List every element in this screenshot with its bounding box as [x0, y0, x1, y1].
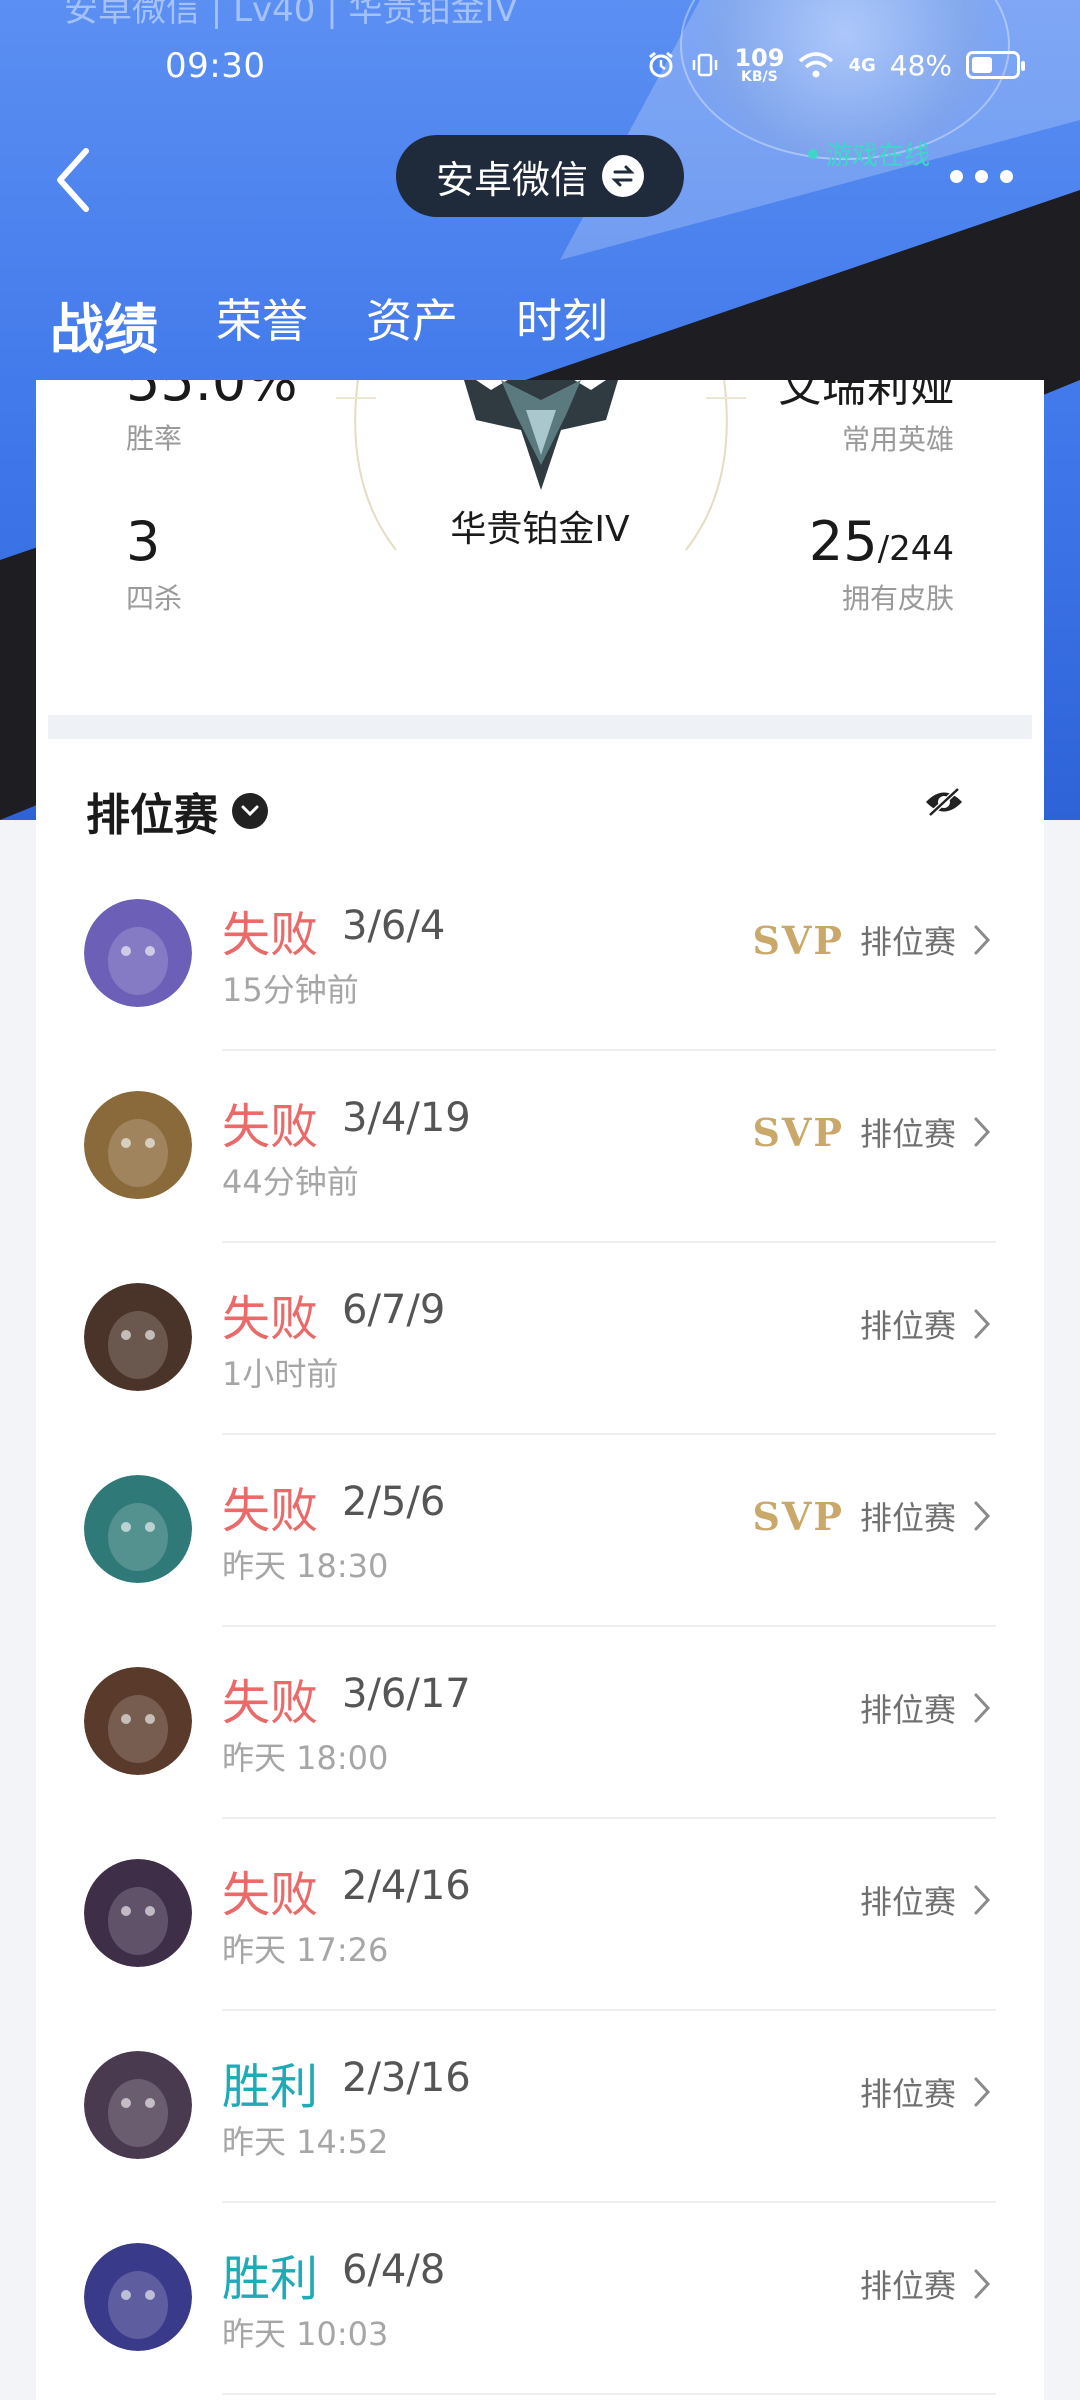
- hero-avatar: [84, 2243, 192, 2351]
- back-icon[interactable]: [50, 145, 100, 215]
- more-icon[interactable]: [950, 170, 1013, 183]
- match-result: 失败: [222, 1099, 319, 1155]
- status-bar: 09:30 109 KB/S 4G 48%: [0, 40, 1080, 100]
- chevron-right-icon: [974, 2077, 991, 2107]
- match-kda: 6/7/9: [342, 1287, 446, 1333]
- tab-bar: 战绩 荣誉 资产 时刻: [50, 285, 608, 392]
- match-mode: 排位赛: [859, 1115, 956, 1153]
- match-mode: 排位赛: [859, 1691, 956, 1729]
- svp-badge: SVP: [752, 1493, 844, 1539]
- eye-hidden-icon[interactable]: [924, 787, 964, 817]
- section-title: 排位赛: [86, 790, 218, 841]
- match-kda: 3/6/17: [342, 1671, 471, 1717]
- chevron-right-icon: [974, 1117, 991, 1147]
- match-result: 失败: [222, 907, 319, 963]
- hero-avatar: [84, 1283, 192, 1391]
- match-result: 失败: [222, 1483, 319, 1539]
- stat-quadra-kill: 3 四杀: [126, 510, 183, 615]
- network-type: 4G: [848, 54, 876, 76]
- match-mode: 排位赛: [859, 1883, 956, 1921]
- match-list: 失败 3/6/4 15分钟前 SVP 排位赛 失败 3/4/19 44分钟前 S…: [36, 859, 1044, 2395]
- match-row[interactable]: 胜利 2/3/16 昨天 14:52 排位赛: [36, 2011, 1044, 2203]
- online-status: 游戏在线: [808, 135, 930, 172]
- match-row[interactable]: 胜利 6/4/8 昨天 10:03 排位赛: [36, 2203, 1044, 2395]
- hero-avatar: [84, 1667, 192, 1775]
- match-kda: 3/4/19: [342, 1095, 471, 1141]
- match-result: 失败: [222, 1291, 319, 1347]
- match-row[interactable]: 失败 6/7/9 1小时前 排位赛: [36, 1243, 1044, 1435]
- match-mode: 排位赛: [859, 923, 956, 961]
- chevron-down-icon: [232, 793, 268, 829]
- match-row[interactable]: 失败 3/6/17 昨天 18:00 排位赛: [36, 1627, 1044, 1819]
- match-result: 胜利: [222, 2059, 319, 2115]
- match-kda: 2/4/16: [342, 1863, 471, 1909]
- swap-icon: [602, 155, 644, 197]
- hero-avatar: [84, 1091, 192, 1199]
- chevron-right-icon: [974, 1885, 991, 1915]
- record-card: 华贵铂金IV 55.0% 胜率 艾瑞莉娅 常用英雄 3 四杀 25/244 拥有…: [36, 380, 1044, 2400]
- svp-badge: SVP: [752, 1109, 844, 1155]
- stat-skins[interactable]: 25/244 拥有皮肤: [809, 510, 954, 617]
- vibrate-icon: [693, 53, 718, 77]
- match-mode: 排位赛: [859, 1499, 956, 1537]
- match-time: 昨天 14:52: [222, 2123, 389, 2161]
- svp-badge: SVP: [752, 917, 844, 963]
- rank-emblem-icon: [464, 380, 618, 490]
- match-mode: 排位赛: [859, 2075, 956, 2113]
- battery-icon: [966, 51, 1025, 79]
- match-time: 昨天 18:30: [222, 1547, 389, 1585]
- chevron-right-icon: [974, 1501, 991, 1531]
- account-name: 安卓微信: [435, 157, 588, 202]
- account-switcher[interactable]: 安卓微信: [396, 135, 684, 217]
- net-speed: 109 KB/S: [734, 44, 785, 85]
- chevron-right-icon: [974, 925, 991, 955]
- match-mode: 排位赛: [859, 1307, 956, 1345]
- row-separator: [222, 2393, 996, 2395]
- match-kda: 6/4/8: [342, 2247, 446, 2293]
- match-time: 15分钟前: [222, 971, 359, 1009]
- match-mode: 排位赛: [859, 2267, 956, 2305]
- battery-percent: 48%: [889, 48, 952, 82]
- hero-avatar: [84, 1475, 192, 1583]
- match-result: 失败: [222, 1675, 319, 1731]
- alarm-icon: [649, 51, 674, 78]
- match-time: 昨天 10:03: [222, 2315, 389, 2353]
- hero-avatar: [84, 1859, 192, 1967]
- tab-honor[interactable]: 荣誉: [216, 285, 308, 364]
- match-row[interactable]: 失败 2/5/6 昨天 18:30 SVP 排位赛: [36, 1435, 1044, 1627]
- match-row[interactable]: 失败 3/4/19 44分钟前 SVP 排位赛: [36, 1051, 1044, 1243]
- section-header: 排位赛: [36, 739, 1044, 859]
- match-row[interactable]: 失败 2/4/16 昨天 17:26 排位赛: [36, 1819, 1044, 2011]
- match-result: 胜利: [222, 2251, 319, 2307]
- match-kda: 2/5/6: [342, 1479, 446, 1525]
- online-dot: [808, 148, 818, 159]
- wifi-icon: [799, 52, 834, 78]
- match-result: 失败: [222, 1867, 319, 1923]
- stats-summary: 华贵铂金IV 55.0% 胜率 艾瑞莉娅 常用英雄 3 四杀 25/244 拥有…: [36, 380, 1044, 715]
- tab-record[interactable]: 战绩: [50, 285, 158, 392]
- faded-profile-title: 安卓微信 | Lv40 | 华贵铂金IV: [64, 0, 518, 30]
- match-time: 44分钟前: [222, 1163, 359, 1201]
- chevron-right-icon: [974, 2269, 991, 2299]
- match-time: 昨天 17:26: [222, 1931, 389, 1969]
- match-kda: 3/6/4: [342, 903, 446, 949]
- hero-avatar: [84, 2051, 192, 2159]
- status-time: 09:30: [165, 46, 266, 86]
- tab-assets[interactable]: 资产: [366, 285, 458, 364]
- chevron-right-icon: [974, 1693, 991, 1723]
- match-kda: 2/3/16: [342, 2055, 471, 2101]
- stat-fav-hero[interactable]: 艾瑞莉娅 常用英雄: [778, 380, 954, 458]
- chevron-right-icon: [974, 1309, 991, 1339]
- hero-avatar: [84, 899, 192, 1007]
- match-time: 1小时前: [222, 1355, 339, 1393]
- tab-moments[interactable]: 时刻: [516, 285, 608, 364]
- mode-filter[interactable]: 排位赛: [86, 779, 268, 843]
- section-divider: [48, 715, 1032, 739]
- match-row[interactable]: 失败 3/6/4 15分钟前 SVP 排位赛: [36, 859, 1044, 1051]
- stat-win-rate: 55.0% 胜率: [126, 380, 298, 455]
- match-time: 昨天 18:00: [222, 1739, 389, 1777]
